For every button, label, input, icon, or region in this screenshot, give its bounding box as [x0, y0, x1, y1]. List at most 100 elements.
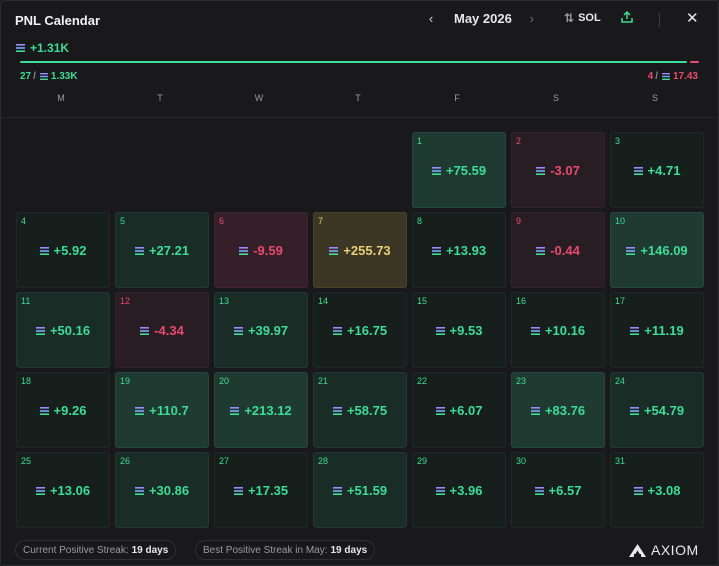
day-cell[interactable]: 13 +39.97 [214, 292, 308, 368]
loss-ratio-bar [690, 61, 699, 63]
weekday-label: S [651, 93, 658, 103]
day-cell[interactable]: 3 +4.71 [610, 132, 704, 208]
day-cell[interactable]: 5 +27.21 [115, 212, 209, 288]
day-cell[interactable]: 20 +213.12 [214, 372, 308, 448]
day-pnl-value: +10.16 [544, 323, 586, 338]
day-number: 18 [21, 376, 32, 386]
day-cell[interactable]: 7 +255.73 [313, 212, 407, 288]
day-pnl-value: -9.59 [253, 243, 283, 258]
day-cell[interactable]: 6 -9.59 [214, 212, 308, 288]
day-cell[interactable]: 23 +83.76 [511, 372, 605, 448]
day-number: 30 [516, 456, 527, 466]
day-cell[interactable]: 28 +51.59 [313, 452, 407, 528]
day-pnl: +39.97 [215, 323, 307, 338]
day-pnl-value: -4.34 [154, 323, 184, 338]
chevron-right-icon[interactable]: › [526, 11, 538, 26]
day-cell[interactable]: 8 +13.93 [412, 212, 506, 288]
day-pnl-value: +110.7 [149, 403, 189, 418]
day-cell[interactable]: 21 +58.75 [313, 372, 407, 448]
day-cell[interactable]: 27 +17.35 [214, 452, 308, 528]
close-icon[interactable]: ✕ [686, 9, 699, 27]
day-cell[interactable]: 26 +30.86 [115, 452, 209, 528]
day-pnl-value: +50.16 [49, 323, 91, 338]
day-pnl: +6.07 [413, 403, 505, 418]
day-pnl-value: +17.35 [247, 483, 289, 498]
day-pnl-value: +83.76 [544, 403, 586, 418]
day-cell[interactable]: 29 +3.96 [412, 452, 506, 528]
day-cell[interactable]: 17 +11.19 [610, 292, 704, 368]
day-pnl: -4.34 [116, 323, 208, 338]
day-cell[interactable]: 4 +5.92 [16, 212, 110, 288]
day-pnl: +16.75 [314, 323, 406, 338]
day-cell[interactable]: 30 +6.57 [511, 452, 605, 528]
chevron-left-icon[interactable]: ‹ [425, 11, 437, 26]
winning-days-value: 1.33K [50, 71, 78, 82]
day-pnl-value: +27.21 [148, 243, 190, 258]
weekday-label: W [254, 93, 264, 103]
day-pnl: +6.57 [512, 483, 604, 498]
day-number: 27 [219, 456, 230, 466]
sol-icon [530, 406, 540, 415]
day-pnl: +30.86 [116, 483, 208, 498]
day-pnl-value: +54.79 [643, 403, 685, 418]
day-pnl-value: +6.57 [548, 483, 582, 498]
day-cell[interactable]: 25 +13.06 [16, 452, 110, 528]
current-streak-value: 19 days [131, 544, 169, 556]
day-cell[interactable]: 11 +50.16 [16, 292, 110, 368]
day-cell[interactable]: 16 +10.16 [511, 292, 605, 368]
best-streak-value: 19 days [330, 544, 368, 556]
sol-icon [630, 326, 640, 335]
day-cell[interactable]: 1 +75.59 [412, 132, 506, 208]
day-number: 2 [516, 136, 522, 146]
day-pnl: +17.35 [215, 483, 307, 498]
day-pnl: -0.44 [512, 243, 604, 258]
day-pnl: +146.09 [611, 243, 703, 258]
day-pnl-value: +3.96 [449, 483, 483, 498]
day-cell[interactable]: 14 +16.75 [313, 292, 407, 368]
day-cell[interactable]: 15 +9.53 [412, 292, 506, 368]
current-month: May 2026 [454, 11, 512, 26]
share-icon[interactable] [621, 10, 633, 29]
day-cell[interactable]: 12 -4.34 [115, 292, 209, 368]
day-number: 29 [417, 456, 428, 466]
axiom-logo: AXIOM [629, 542, 699, 558]
day-number: 25 [21, 456, 32, 466]
day-pnl-value: +75.59 [445, 163, 487, 178]
day-pnl: +213.12 [215, 403, 307, 418]
day-cell[interactable]: 10 +146.09 [610, 212, 704, 288]
day-number: 22 [417, 376, 428, 386]
day-pnl-value: +6.07 [449, 403, 483, 418]
day-pnl-value: -0.44 [550, 243, 580, 258]
day-pnl: +110.7 [116, 403, 208, 418]
day-pnl-value: +4.71 [647, 163, 681, 178]
sol-icon [431, 166, 441, 175]
day-pnl: +255.73 [314, 243, 406, 258]
day-cell[interactable]: 9 -0.44 [511, 212, 605, 288]
sol-icon [530, 326, 540, 335]
sol-icon [134, 246, 144, 255]
day-cell[interactable]: 2 -3.07 [511, 132, 605, 208]
day-pnl: +10.16 [512, 323, 604, 338]
day-number: 13 [219, 296, 230, 306]
winning-days-count: 27 [20, 71, 32, 82]
day-number: 11 [21, 296, 31, 306]
sol-icon [35, 326, 45, 335]
weekday-label: F [454, 93, 460, 103]
day-pnl-value: +9.53 [449, 323, 483, 338]
sol-icon [435, 406, 445, 415]
day-number: 16 [516, 296, 527, 306]
day-pnl-value: +58.75 [346, 403, 388, 418]
day-pnl: +3.96 [413, 483, 505, 498]
day-pnl: +75.59 [413, 163, 505, 178]
day-number: 12 [120, 296, 131, 306]
day-cell[interactable]: 19 +110.7 [115, 372, 209, 448]
day-cell[interactable]: 31 +3.08 [610, 452, 704, 528]
day-number: 10 [615, 216, 626, 226]
best-streak-badge: Best Positive Streak in May: 19 days [195, 540, 376, 560]
unit-toggle[interactable]: ⇅ SOL [564, 11, 601, 25]
day-cell[interactable]: 18 +9.26 [16, 372, 110, 448]
day-number: 20 [219, 376, 230, 386]
day-cell[interactable]: 22 +6.07 [412, 372, 506, 448]
sol-icon [435, 326, 445, 335]
day-cell[interactable]: 24 +54.79 [610, 372, 704, 448]
